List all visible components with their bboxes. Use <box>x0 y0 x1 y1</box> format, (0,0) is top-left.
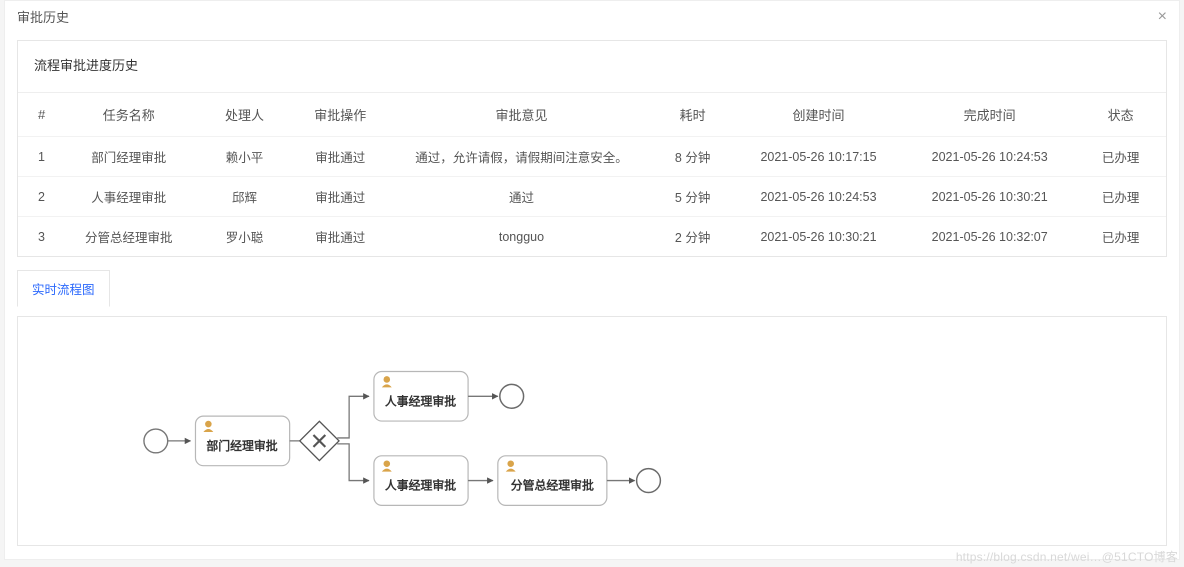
modal-header: 审批历史 × <box>5 1 1179 32</box>
cell-status: 已办理 <box>1075 137 1166 177</box>
cell-handler: 罗小聪 <box>199 217 290 257</box>
history-table: # 任务名称 处理人 审批操作 审批意见 耗时 创建时间 完成时间 状态 1部门… <box>18 93 1166 256</box>
cell-ctime: 2021-05-26 10:17:15 <box>733 137 904 177</box>
col-comment: 审批意见 <box>391 93 653 137</box>
flow-arrow <box>337 444 369 481</box>
start-event-icon <box>144 429 168 453</box>
process-diagram-svg: 部门经理审批 人事经理审批 人事经理审批 分管总经理审批 <box>18 317 1166 545</box>
modal-title: 审批历史 <box>17 7 69 26</box>
cell-task: 人事经理审批 <box>58 177 199 217</box>
cell-op: 审批通过 <box>290 137 391 177</box>
cell-handler: 邱辉 <box>199 177 290 217</box>
cell-ftime: 2021-05-26 10:32:07 <box>904 217 1075 257</box>
cell-comment: tongguo <box>391 217 653 257</box>
cell-duration: 2 分钟 <box>652 217 733 257</box>
cell-comment: 通过 <box>391 177 653 217</box>
cell-idx: 2 <box>18 177 58 217</box>
table-row: 1部门经理审批赖小平审批通过通过，允许请假，请假期间注意安全。8 分钟2021-… <box>18 137 1166 177</box>
cell-status: 已办理 <box>1075 177 1166 217</box>
table-row: 3分管总经理审批罗小聪审批通过tongguo2 分钟2021-05-26 10:… <box>18 217 1166 257</box>
node-vice-president-label: 分管总经理审批 <box>511 479 594 493</box>
end-event-icon <box>637 469 661 493</box>
cell-comment: 通过，允许请假，请假期间注意安全。 <box>391 137 653 177</box>
history-panel: 流程审批进度历史 # 任务名称 处理人 审批操作 审批意见 耗时 创建时间 完成… <box>17 40 1167 257</box>
node-dept-manager-label: 部门经理审批 <box>206 439 277 453</box>
cell-idx: 3 <box>18 217 58 257</box>
cell-ftime: 2021-05-26 10:24:53 <box>904 137 1075 177</box>
approval-history-modal: 审批历史 × 流程审批进度历史 # 任务名称 处理人 审批操作 审批意见 耗时 … <box>4 0 1180 560</box>
close-icon[interactable]: × <box>1158 9 1167 25</box>
col-idx: # <box>18 93 58 137</box>
process-diagram-panel: 部门经理审批 人事经理审批 人事经理审批 分管总经理审批 <box>17 316 1167 546</box>
node-hr-manager-bottom-label: 人事经理审批 <box>385 479 456 493</box>
col-task: 任务名称 <box>58 93 199 137</box>
node-hr-manager-top-label: 人事经理审批 <box>385 394 456 408</box>
cell-op: 审批通过 <box>290 177 391 217</box>
cell-duration: 8 分钟 <box>652 137 733 177</box>
table-header-row: # 任务名称 处理人 审批操作 审批意见 耗时 创建时间 完成时间 状态 <box>18 93 1166 137</box>
cell-ctime: 2021-05-26 10:24:53 <box>733 177 904 217</box>
col-ftime: 完成时间 <box>904 93 1075 137</box>
panel-title: 流程审批进度历史 <box>18 41 1166 93</box>
watermark-text: https://blog.csdn.net/wei…@51CTO博客 <box>956 548 1178 565</box>
flow-arrow <box>337 396 369 438</box>
cell-handler: 赖小平 <box>199 137 290 177</box>
cell-task: 分管总经理审批 <box>58 217 199 257</box>
col-duration: 耗时 <box>652 93 733 137</box>
col-handler: 处理人 <box>199 93 290 137</box>
tab-bar: 实时流程图 <box>17 269 1167 306</box>
cell-ctime: 2021-05-26 10:30:21 <box>733 217 904 257</box>
cell-duration: 5 分钟 <box>652 177 733 217</box>
col-status: 状态 <box>1075 93 1166 137</box>
end-event-icon <box>500 384 524 408</box>
tab-realtime-diagram[interactable]: 实时流程图 <box>17 270 110 307</box>
cell-task: 部门经理审批 <box>58 137 199 177</box>
col-ctime: 创建时间 <box>733 93 904 137</box>
table-row: 2人事经理审批邱辉审批通过通过5 分钟2021-05-26 10:24:5320… <box>18 177 1166 217</box>
cell-ftime: 2021-05-26 10:30:21 <box>904 177 1075 217</box>
cell-op: 审批通过 <box>290 217 391 257</box>
gateway-icon <box>300 421 339 460</box>
cell-idx: 1 <box>18 137 58 177</box>
cell-status: 已办理 <box>1075 217 1166 257</box>
col-op: 审批操作 <box>290 93 391 137</box>
